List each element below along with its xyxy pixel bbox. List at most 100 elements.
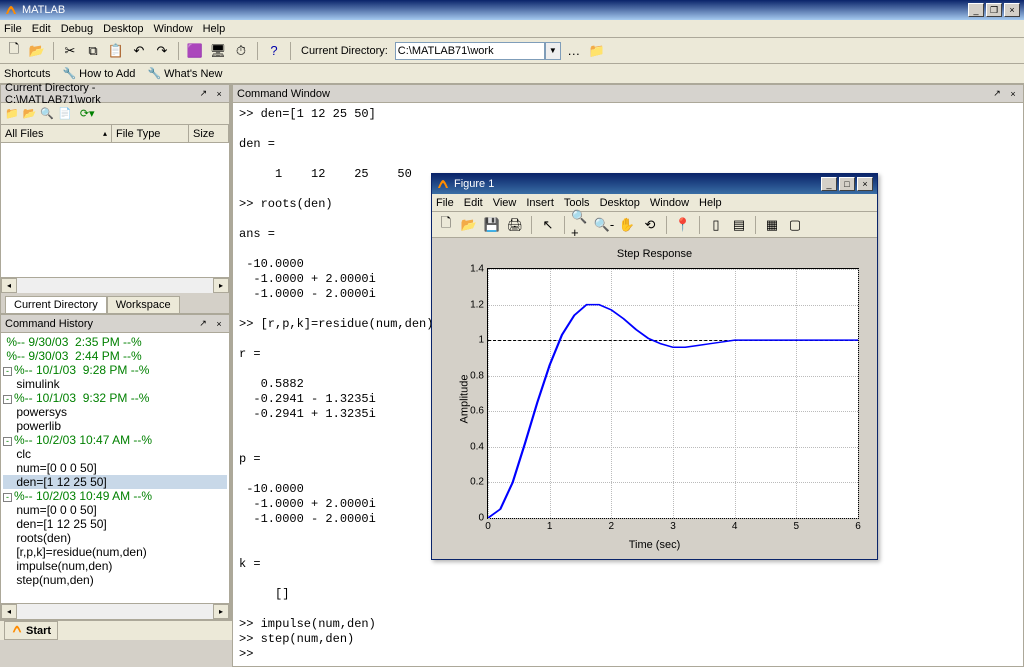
cd-hscroll[interactable]: ◂ ▸ xyxy=(1,277,229,293)
cd-panel-title: Current Directory - C:\MATLAB71\work xyxy=(5,82,190,106)
gear-icon[interactable]: ⟳▾ xyxy=(80,107,95,120)
menu-window[interactable]: Window xyxy=(153,23,192,35)
fig-print-icon[interactable]: 🖨 xyxy=(505,215,525,235)
history-line[interactable]: num=[0 0 0 50] xyxy=(3,503,227,517)
col-all-files[interactable]: All Files▴ xyxy=(1,125,112,142)
fig-zoom-out-icon[interactable]: 🔍- xyxy=(594,215,614,235)
undock-icon[interactable]: ↗ xyxy=(197,318,209,330)
fig-menu-window[interactable]: Window xyxy=(650,197,689,209)
paste-icon[interactable]: 📋 xyxy=(106,41,126,61)
fig-zoom-in-icon[interactable]: 🔍+ xyxy=(571,215,591,235)
minimize-button[interactable]: _ xyxy=(968,3,984,17)
folder-up-icon[interactable]: 📁 xyxy=(5,107,19,120)
open-file-icon[interactable]: 📂 xyxy=(27,41,47,61)
scroll-left-icon[interactable]: ◂ xyxy=(1,604,17,619)
scroll-right-icon[interactable]: ▸ xyxy=(213,278,229,293)
scroll-left-icon[interactable]: ◂ xyxy=(1,278,17,293)
history-line[interactable]: roots(den) xyxy=(3,531,227,545)
col-size[interactable]: Size xyxy=(189,125,229,142)
history-line[interactable]: step(num,den) xyxy=(3,573,227,587)
fig-maximize-button[interactable]: □ xyxy=(839,177,855,191)
panel-close-icon[interactable]: × xyxy=(213,88,225,100)
fig-colorbar-icon[interactable]: ▯ xyxy=(706,215,726,235)
find-icon[interactable]: 🔍 xyxy=(40,107,54,120)
fig-menu-edit[interactable]: Edit xyxy=(464,197,483,209)
history-line[interactable]: [r,p,k]=residue(num,den) xyxy=(3,545,227,559)
help-icon[interactable]: ? xyxy=(264,41,284,61)
fig-menu-insert[interactable]: Insert xyxy=(526,197,554,209)
fig-save-icon[interactable]: 💾 xyxy=(482,215,502,235)
history-line[interactable]: powerlib xyxy=(3,419,227,433)
fig-menu-desktop[interactable]: Desktop xyxy=(600,197,640,209)
fig-new-icon[interactable]: 🗋 xyxy=(436,215,456,235)
shortcut-whats-new[interactable]: 🔧 What's New xyxy=(147,67,222,80)
fig-menu-help[interactable]: Help xyxy=(699,197,722,209)
guide-icon[interactable]: 🖥 xyxy=(208,41,228,61)
current-directory-input[interactable] xyxy=(395,42,545,60)
fig-pan-icon[interactable]: ✋ xyxy=(617,215,637,235)
history-line[interactable]: -%-- 10/2/03 10:49 AM --% xyxy=(3,489,227,503)
menu-help[interactable]: Help xyxy=(203,23,226,35)
history-line[interactable]: %-- 9/30/03 2:44 PM --% xyxy=(3,349,227,363)
scroll-right-icon[interactable]: ▸ xyxy=(213,604,229,619)
history-line[interactable]: %-- 9/30/03 2:35 PM --% xyxy=(3,335,227,349)
figure-window[interactable]: Figure 1 _ □ × File Edit View Insert Too… xyxy=(431,173,878,560)
fig-close-button[interactable]: × xyxy=(857,177,873,191)
shortcut-how-to-add[interactable]: 🔧 How to Add xyxy=(62,67,135,80)
fig-pointer-icon[interactable]: ↖ xyxy=(538,215,558,235)
plot-area[interactable]: 012345600.20.40.60.811.21.4 xyxy=(487,268,859,519)
history-line[interactable]: num=[0 0 0 50] xyxy=(3,461,227,475)
start-button[interactable]: Start xyxy=(4,621,58,640)
copy-icon[interactable]: ⧉ xyxy=(83,41,103,61)
tab-current-directory[interactable]: Current Directory xyxy=(5,296,107,313)
menu-edit[interactable]: Edit xyxy=(32,23,51,35)
command-history-panel: Command History ↗ × %-- 9/30/03 2:35 PM … xyxy=(0,314,230,620)
panel-close-icon[interactable]: × xyxy=(213,318,225,330)
fig-datacursor-icon[interactable]: 📍 xyxy=(673,215,693,235)
history-line[interactable]: clc xyxy=(3,447,227,461)
cd-panel-toolbar: 📁 📂 🔍 📄 ⟳▾ xyxy=(1,103,229,125)
fig-legend-icon[interactable]: ▤ xyxy=(729,215,749,235)
fig-minimize-button[interactable]: _ xyxy=(821,177,837,191)
ch-panel-title: Command History xyxy=(5,318,93,330)
browse-folder-icon[interactable]: … xyxy=(564,41,584,61)
close-button[interactable]: × xyxy=(1004,3,1020,17)
history-line[interactable]: powersys xyxy=(3,405,227,419)
fig-menu-tools[interactable]: Tools xyxy=(564,197,590,209)
profiler-icon[interactable]: ⏱ xyxy=(231,41,251,61)
fig-rotate-icon[interactable]: ⟲ xyxy=(640,215,660,235)
history-line[interactable]: impulse(num,den) xyxy=(3,559,227,573)
new-file-icon[interactable]: 🗋 xyxy=(4,41,24,61)
history-line[interactable]: -%-- 10/1/03 9:32 PM --% xyxy=(3,391,227,405)
maximize-button[interactable]: ❐ xyxy=(986,3,1002,17)
up-folder-icon[interactable]: 📁 xyxy=(587,41,607,61)
undock-icon[interactable]: ↗ xyxy=(991,88,1003,100)
ch-hscroll[interactable]: ◂ ▸ xyxy=(1,603,229,619)
redo-icon[interactable]: ↷ xyxy=(152,41,172,61)
cd-dropdown-icon[interactable]: ▼ xyxy=(545,42,561,60)
fig-menu-file[interactable]: File xyxy=(436,197,454,209)
fig-open-icon[interactable]: 📂 xyxy=(459,215,479,235)
fig-hide-tools-icon[interactable]: ▦ xyxy=(762,215,782,235)
fig-show-tools-icon[interactable]: ▢ xyxy=(785,215,805,235)
history-line[interactable]: -%-- 10/2/03 10:47 AM --% xyxy=(3,433,227,447)
menu-file[interactable]: File xyxy=(4,23,22,35)
simulink-icon[interactable]: 🟪 xyxy=(185,41,205,61)
cd-file-list[interactable] xyxy=(1,143,229,277)
command-history-list[interactable]: %-- 9/30/03 2:35 PM --% %-- 9/30/03 2:44… xyxy=(1,333,229,603)
panel-close-icon[interactable]: × xyxy=(1007,88,1019,100)
cut-icon[interactable]: ✂ xyxy=(60,41,80,61)
fig-menu-view[interactable]: View xyxy=(493,197,517,209)
menu-desktop[interactable]: Desktop xyxy=(103,23,143,35)
history-line[interactable]: simulink xyxy=(3,377,227,391)
report-icon[interactable]: 📄 xyxy=(58,107,72,120)
tab-workspace[interactable]: Workspace xyxy=(107,296,180,313)
undo-icon[interactable]: ↶ xyxy=(129,41,149,61)
history-line[interactable]: -%-- 10/1/03 9:28 PM --% xyxy=(3,363,227,377)
new-folder-icon[interactable]: 📂 xyxy=(23,107,37,120)
menu-debug[interactable]: Debug xyxy=(61,23,93,35)
col-file-type[interactable]: File Type xyxy=(112,125,189,142)
history-line[interactable]: den=[1 12 25 50] xyxy=(3,475,227,489)
undock-icon[interactable]: ↗ xyxy=(198,88,210,100)
history-line[interactable]: den=[1 12 25 50] xyxy=(3,517,227,531)
